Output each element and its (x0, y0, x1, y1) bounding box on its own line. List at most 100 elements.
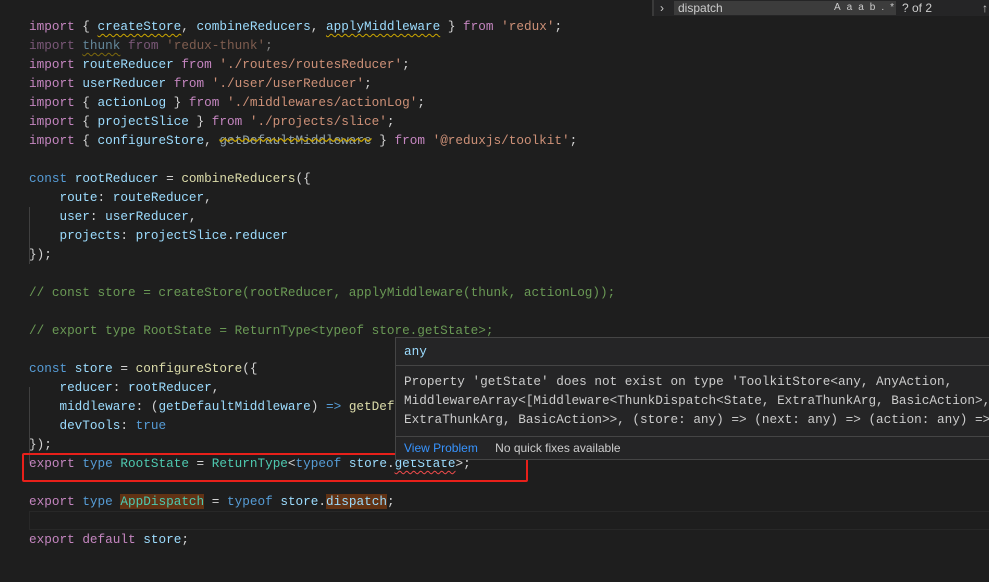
code-token: : ( (135, 399, 159, 414)
code-token: , (188, 209, 197, 224)
code-token: store (143, 532, 182, 547)
code-token: // export type RootState = ReturnType<ty… (29, 323, 494, 338)
code-token: ; (417, 95, 425, 110)
code-line[interactable]: user: userReducer, (0, 207, 989, 226)
code-token: const (29, 171, 68, 186)
code-token: export (29, 532, 75, 547)
code-token: user (29, 209, 90, 224)
code-line[interactable]: import { createStore, combineReducers, a… (0, 17, 989, 36)
code-token: configureStore (97, 133, 205, 148)
code-token: { (74, 19, 98, 34)
code-token: import (29, 57, 75, 72)
code-token: getDefaultMiddleware (219, 133, 372, 148)
code-token: reducer (29, 380, 113, 395)
code-token: , (204, 133, 220, 148)
code-line[interactable]: route: routeReducer, (0, 188, 989, 207)
code-line[interactable]: const rootReducer = combineReducers({ (0, 169, 989, 188)
code-token: ({ (242, 361, 258, 376)
code-line[interactable] (0, 264, 989, 283)
code-line[interactable]: import thunk from 'redux-thunk'; (0, 36, 989, 55)
code-token: : (89, 209, 106, 224)
code-token: // const store = createStore(rootReducer… (29, 285, 616, 300)
code-token: from (211, 114, 243, 129)
code-line[interactable]: import { projectSlice } from './projects… (0, 112, 989, 131)
code-token: }); (29, 247, 52, 262)
code-line[interactable]: projects: projectSlice.reducer (0, 226, 989, 245)
code-token: projectSlice (97, 114, 189, 129)
code-token: = (112, 361, 136, 376)
code-token: ; (569, 133, 578, 148)
code-line[interactable]: import userReducer from './user/userRedu… (0, 74, 989, 93)
no-quick-fixes-text: No quick fixes available (495, 441, 621, 455)
error-message-line: MiddlewareArray<[Middleware<ThunkDispatc… (404, 393, 989, 408)
code-token: 'redux' (501, 19, 555, 34)
code-token: from (173, 76, 205, 91)
code-token: userReducer (82, 76, 167, 91)
error-message-line: Property 'getState' does not exist on ty… (404, 374, 953, 389)
chevron-right-icon[interactable]: › (660, 1, 664, 15)
arrow-up-icon[interactable]: ↑ (982, 1, 988, 15)
code-token: typeof (227, 494, 273, 509)
code-token: from (181, 57, 212, 72)
code-token: export (29, 494, 75, 509)
code-token: : (112, 380, 128, 395)
code-line[interactable]: import { configureStore, getDefaultMiddl… (0, 131, 989, 150)
code-token: applyMiddleware (325, 19, 441, 34)
find-widget: › dispatch Aaab.* ? of 2 ↑ (652, 0, 989, 16)
code-token: import (29, 76, 75, 91)
code-token: } (188, 114, 212, 129)
code-token: : (120, 418, 136, 433)
code-token: middleware (29, 399, 136, 414)
error-message-line: ExtraThunkArg, BasicAction>>, (store: an… (404, 412, 989, 427)
match-case-toggle[interactable]: Aa (834, 2, 858, 13)
code-token: = (204, 494, 228, 509)
code-token: true (135, 418, 167, 433)
code-token: : (97, 190, 113, 205)
code-token: './middlewares/actionLog' (227, 95, 418, 110)
code-token: } (440, 19, 464, 34)
code-token: projects (29, 228, 121, 243)
code-token: routeReducer (112, 190, 205, 205)
code-token: const (29, 361, 68, 376)
code-token: import (29, 114, 75, 129)
code-line[interactable]: import { actionLog } from './middlewares… (0, 93, 989, 112)
find-options: Aaab.* (834, 1, 900, 15)
code-token: . (226, 228, 235, 243)
code-token: ; (402, 57, 410, 72)
code-token: ) (310, 399, 326, 414)
code-token: import (29, 19, 75, 34)
code-line[interactable]: import routeReducer from './routes/route… (0, 55, 989, 74)
code-token: combineReducers (181, 171, 296, 186)
code-token: userReducer (105, 209, 189, 224)
code-token: combineReducers (196, 19, 311, 34)
code-token: createStore (97, 19, 182, 34)
code-line[interactable]: }); (0, 245, 989, 264)
code-line[interactable]: export type AppDispatch = typeof store.d… (0, 492, 989, 511)
code-token: { (74, 114, 98, 129)
code-token: => (325, 399, 342, 414)
code-line[interactable]: export default store; (0, 530, 989, 549)
view-problem-link[interactable]: View Problem (404, 441, 478, 455)
code-token: rootReducer (128, 380, 212, 395)
code-token: './user/userReducer' (211, 76, 365, 91)
code-token: { (74, 133, 98, 148)
code-token: 'redux-thunk' (166, 38, 266, 53)
code-token: devTools (29, 418, 121, 433)
code-line[interactable]: // const store = createStore(rootReducer… (0, 283, 989, 302)
code-token: routeReducer (82, 57, 174, 72)
regex-toggle[interactable]: .* (881, 2, 900, 13)
code-token: dispatch (326, 494, 387, 509)
code-token: , (204, 190, 212, 205)
code-token: actionLog (97, 95, 167, 110)
code-line[interactable] (0, 150, 989, 169)
current-line-highlight (29, 511, 989, 530)
hover-actions: View Problem No quick fixes available (396, 436, 989, 459)
code-line[interactable] (0, 302, 989, 321)
code-token: configureStore (135, 361, 243, 376)
whole-word-toggle[interactable]: ab (858, 2, 881, 13)
